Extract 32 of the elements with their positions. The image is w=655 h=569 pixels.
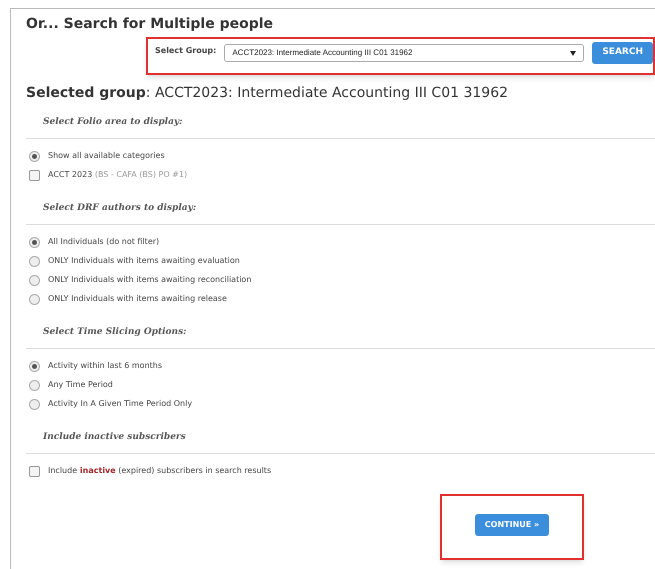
section-heading: Select Time Slicing Options: [43, 326, 188, 339]
radio-button[interactable] [29, 398, 40, 410]
radio-button[interactable] [29, 274, 40, 286]
option-label: ONLY Individuals with items awaiting release [48, 293, 227, 305]
option-label: Activity within last 6 months [48, 360, 162, 372]
option-label: ONLY Individuals with items awaiting reconciliation [48, 274, 252, 286]
radio-button[interactable] [29, 236, 40, 248]
option-label: ONLY Individuals with items awaiting evaluation [48, 255, 240, 267]
radio-button[interactable] [29, 360, 40, 372]
radio-button[interactable] [29, 380, 40, 390]
selected-group-label: Selected group [26, 85, 146, 101]
search-button[interactable]: SEARCH [592, 42, 653, 64]
selected-group-value: : ACCT2023: Intermediate Accounting III C01 31962 [146, 85, 508, 101]
continue-button[interactable]: CONTINUE » [474, 514, 550, 536]
dropdown-arrow-icon [570, 50, 576, 56]
radio-button[interactable] [29, 294, 40, 304]
option-label: All Individuals (do not filter) [48, 236, 160, 248]
radio-button[interactable] [29, 150, 40, 162]
field-label: Select Group: [155, 45, 216, 57]
section-heading: Include inactive subscribers [43, 431, 187, 444]
section-heading: Select Folio area to display: [43, 116, 184, 129]
option-label: Activity In A Given Time Period Only [48, 398, 192, 410]
group-select[interactable]: ACCT2023: Intermediate Accounting III C01 31962 [224, 44, 584, 62]
section-heading: Select DRF authors to display: [43, 202, 198, 215]
option-label: Include inactive (expired) subscribers in search results [48, 465, 272, 477]
option-label: ACCT 2023 (BS - CAFA (BS) PO #1) [48, 169, 188, 181]
radio-button[interactable] [29, 256, 40, 266]
option-label: Show all available categories [48, 150, 165, 162]
option-label: Any Time Period [48, 379, 113, 391]
checkbox[interactable] [29, 170, 40, 180]
checkbox[interactable] [29, 466, 40, 476]
page-title: Or... Search for Multiple people [26, 15, 274, 33]
